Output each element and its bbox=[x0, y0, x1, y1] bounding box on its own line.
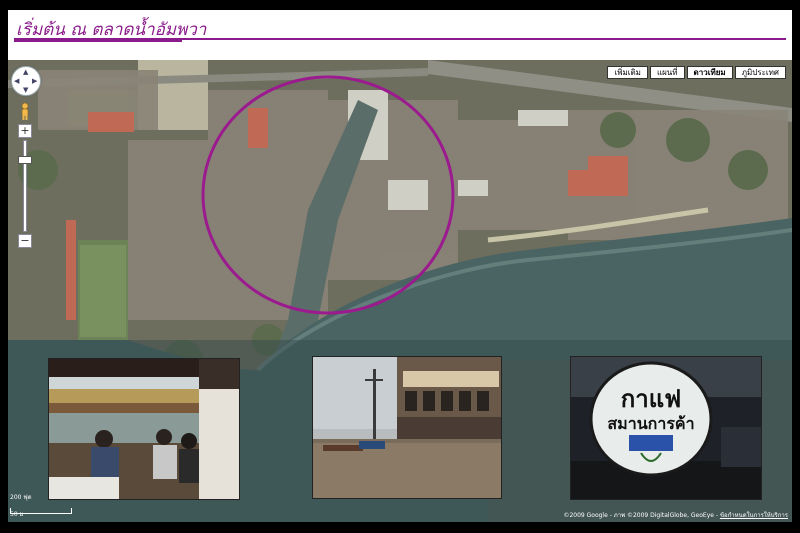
photo-boat-ride bbox=[48, 358, 240, 500]
pan-up-icon[interactable]: ▲ bbox=[23, 69, 28, 76]
map-type-satellite-button[interactable]: ดาวเทียม bbox=[686, 66, 733, 79]
map-scale: 200 ฟุต 50 ม bbox=[10, 494, 32, 518]
zoom-slider-handle[interactable] bbox=[18, 156, 32, 164]
satellite-map[interactable]: เพิ่มเติม แผนที่ ดาวเทียม ภูมิประเทศ ▲ ◀… bbox=[8, 60, 792, 522]
pan-control[interactable]: ▲ ◀ ▶ ▼ bbox=[11, 66, 41, 96]
map-type-map-button[interactable]: แผนที่ bbox=[649, 66, 685, 79]
sign-text-line2: สมานการค้า bbox=[607, 414, 694, 433]
pegman-icon[interactable] bbox=[17, 102, 33, 120]
scale-imperial: 50 ม bbox=[10, 511, 24, 518]
page-frame: เริ่มต้น ณ ตลาดน้ำอัมพวา เพิ่มเติม แผนที… bbox=[8, 10, 792, 522]
pan-right-icon[interactable]: ▶ bbox=[32, 78, 37, 85]
photo-canal-houses bbox=[312, 356, 502, 499]
photo-coffee-sign: กาแฟ สมานการค้า bbox=[570, 356, 762, 500]
map-type-more-button[interactable]: เพิ่มเติม bbox=[607, 66, 648, 79]
page-header: เริ่มต้น ณ ตลาดน้ำอัมพวา bbox=[8, 10, 792, 60]
map-type-terrain-button[interactable]: ภูมิประเทศ bbox=[734, 66, 786, 79]
pan-down-icon[interactable]: ▼ bbox=[23, 87, 28, 94]
zoom-in-button[interactable]: + bbox=[18, 124, 32, 138]
copyright-text: ©2009 Google - ภาพ ©2009 DigitalGlobe, G… bbox=[563, 512, 719, 519]
zoom-slider-track[interactable] bbox=[23, 140, 27, 232]
title-rule-accent bbox=[14, 40, 182, 42]
sign-text-line1: กาแฟ bbox=[621, 385, 681, 413]
scale-metric: 200 ฟุต bbox=[10, 494, 32, 501]
zoom-out-button[interactable]: − bbox=[18, 234, 32, 248]
terms-of-use-link[interactable]: ข้อกำหนดในการให้บริการ bbox=[720, 512, 788, 519]
pan-left-icon[interactable]: ◀ bbox=[14, 78, 19, 85]
map-type-selector: เพิ่มเติม แผนที่ ดาวเทียม ภูมิประเทศ bbox=[607, 66, 786, 79]
map-copyright: ©2009 Google - ภาพ ©2009 DigitalGlobe, G… bbox=[563, 510, 788, 520]
